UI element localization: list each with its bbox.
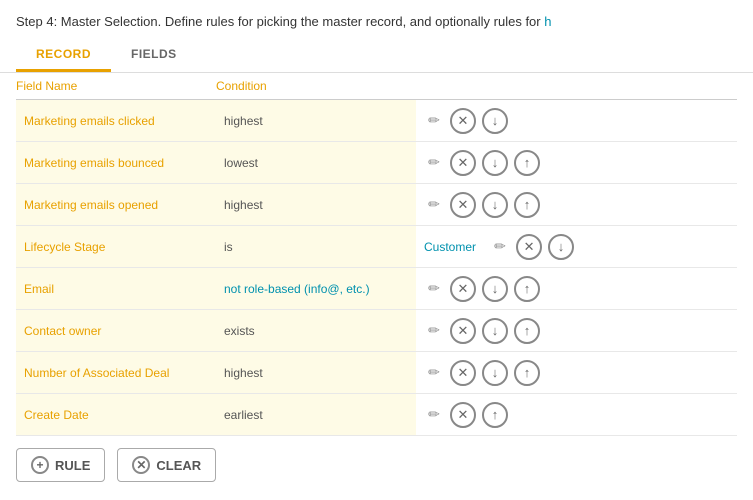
field-name-3: Marketing emails opened xyxy=(16,184,216,225)
up-icon-7[interactable]: ↑ xyxy=(514,360,540,386)
page-header: Step 4: Master Selection. Define rules f… xyxy=(0,0,753,39)
up-icon-5[interactable]: ↑ xyxy=(514,276,540,302)
clear-label: CLEAR xyxy=(156,458,201,473)
tab-record[interactable]: RECORD xyxy=(16,39,111,72)
col-field-name: Field Name xyxy=(16,79,216,93)
header-step: Step 4: Master Selection. xyxy=(16,14,161,29)
down-icon-2[interactable]: ↓ xyxy=(482,150,508,176)
down-icon-3[interactable]: ↓ xyxy=(482,192,508,218)
clear-button[interactable]: ✕ CLEAR xyxy=(117,448,216,482)
table-row: Lifecycle Stage is Customer ✏ ✕ ↓ xyxy=(16,226,737,268)
actions-6: ✏ ✕ ↓ ↑ xyxy=(416,314,737,348)
table-row: Number of Associated Deal highest ✏ ✕ ↓ … xyxy=(16,352,737,394)
down-icon-6[interactable]: ↓ xyxy=(482,318,508,344)
table-row: Marketing emails opened highest ✏ ✕ ↓ ↑ xyxy=(16,184,737,226)
remove-icon-4[interactable]: ✕ xyxy=(516,234,542,260)
edit-icon-4[interactable]: ✏ xyxy=(490,237,510,257)
edit-icon-6[interactable]: ✏ xyxy=(424,321,444,341)
add-rule-button[interactable]: + RULE xyxy=(16,448,105,482)
field-name-6: Contact owner xyxy=(16,310,216,351)
table-row: Create Date earliest ✏ ✕ ↑ xyxy=(16,394,737,436)
actions-7: ✏ ✕ ↓ ↑ xyxy=(416,356,737,390)
field-name-1: Marketing emails clicked xyxy=(16,100,216,141)
field-name-7: Number of Associated Deal xyxy=(16,352,216,393)
table-row: Marketing emails bounced lowest ✏ ✕ ↓ ↑ xyxy=(16,142,737,184)
edit-icon-5[interactable]: ✏ xyxy=(424,279,444,299)
header-link[interactable]: h xyxy=(544,14,551,29)
field-name-2: Marketing emails bounced xyxy=(16,142,216,183)
edit-icon-7[interactable]: ✏ xyxy=(424,363,444,383)
remove-icon-7[interactable]: ✕ xyxy=(450,360,476,386)
table-row: Marketing emails clicked highest ✏ ✕ ↓ xyxy=(16,100,737,142)
condition-8: earliest xyxy=(216,394,416,435)
col-condition: Condition xyxy=(216,79,416,93)
condition-3: highest xyxy=(216,184,416,225)
table-row: Contact owner exists ✏ ✕ ↓ ↑ xyxy=(16,310,737,352)
add-rule-label: RULE xyxy=(55,458,90,473)
remove-icon-6[interactable]: ✕ xyxy=(450,318,476,344)
header-description: Define rules for picking the master reco… xyxy=(165,14,544,29)
up-icon-6[interactable]: ↑ xyxy=(514,318,540,344)
remove-icon-2[interactable]: ✕ xyxy=(450,150,476,176)
col-actions xyxy=(416,79,737,93)
remove-icon-3[interactable]: ✕ xyxy=(450,192,476,218)
down-icon-7[interactable]: ↓ xyxy=(482,360,508,386)
rules-table: Field Name Condition Marketing emails cl… xyxy=(0,73,753,436)
edit-icon-3[interactable]: ✏ xyxy=(424,195,444,215)
actions-3: ✏ ✕ ↓ ↑ xyxy=(416,188,737,222)
down-icon-1[interactable]: ↓ xyxy=(482,108,508,134)
clear-icon: ✕ xyxy=(132,456,150,474)
tab-bar: RECORD FIELDS xyxy=(0,39,753,73)
footer: + RULE ✕ CLEAR xyxy=(0,436,753,494)
down-icon-4[interactable]: ↓ xyxy=(548,234,574,260)
remove-icon-8[interactable]: ✕ xyxy=(450,402,476,428)
down-icon-5[interactable]: ↓ xyxy=(482,276,508,302)
condition-6: exists xyxy=(216,310,416,351)
tab-fields[interactable]: FIELDS xyxy=(111,39,197,72)
edit-icon-2[interactable]: ✏ xyxy=(424,153,444,173)
table-header: Field Name Condition xyxy=(16,73,737,100)
actions-5: ✏ ✕ ↓ ↑ xyxy=(416,272,737,306)
up-icon-2[interactable]: ↑ xyxy=(514,150,540,176)
actions-2: ✏ ✕ ↓ ↑ xyxy=(416,146,737,180)
lifecycle-value: Customer xyxy=(424,240,476,254)
condition-2: lowest xyxy=(216,142,416,183)
condition-4: is xyxy=(216,226,416,267)
up-icon-8[interactable]: ↑ xyxy=(482,402,508,428)
remove-icon-1[interactable]: ✕ xyxy=(450,108,476,134)
edit-icon-1[interactable]: ✏ xyxy=(424,111,444,131)
actions-4: Customer ✏ ✕ ↓ xyxy=(416,230,737,264)
condition-7: highest xyxy=(216,352,416,393)
table-row: Email not role-based (info@, etc.) ✏ ✕ ↓… xyxy=(16,268,737,310)
actions-1: ✏ ✕ ↓ xyxy=(416,104,737,138)
add-rule-icon: + xyxy=(31,456,49,474)
field-name-4: Lifecycle Stage xyxy=(16,226,216,267)
field-name-5: Email xyxy=(16,268,216,309)
field-name-8: Create Date xyxy=(16,394,216,435)
actions-8: ✏ ✕ ↑ xyxy=(416,398,737,432)
up-icon-3[interactable]: ↑ xyxy=(514,192,540,218)
condition-5: not role-based (info@, etc.) xyxy=(216,268,416,309)
edit-icon-8[interactable]: ✏ xyxy=(424,405,444,425)
remove-icon-5[interactable]: ✕ xyxy=(450,276,476,302)
condition-1: highest xyxy=(216,100,416,141)
